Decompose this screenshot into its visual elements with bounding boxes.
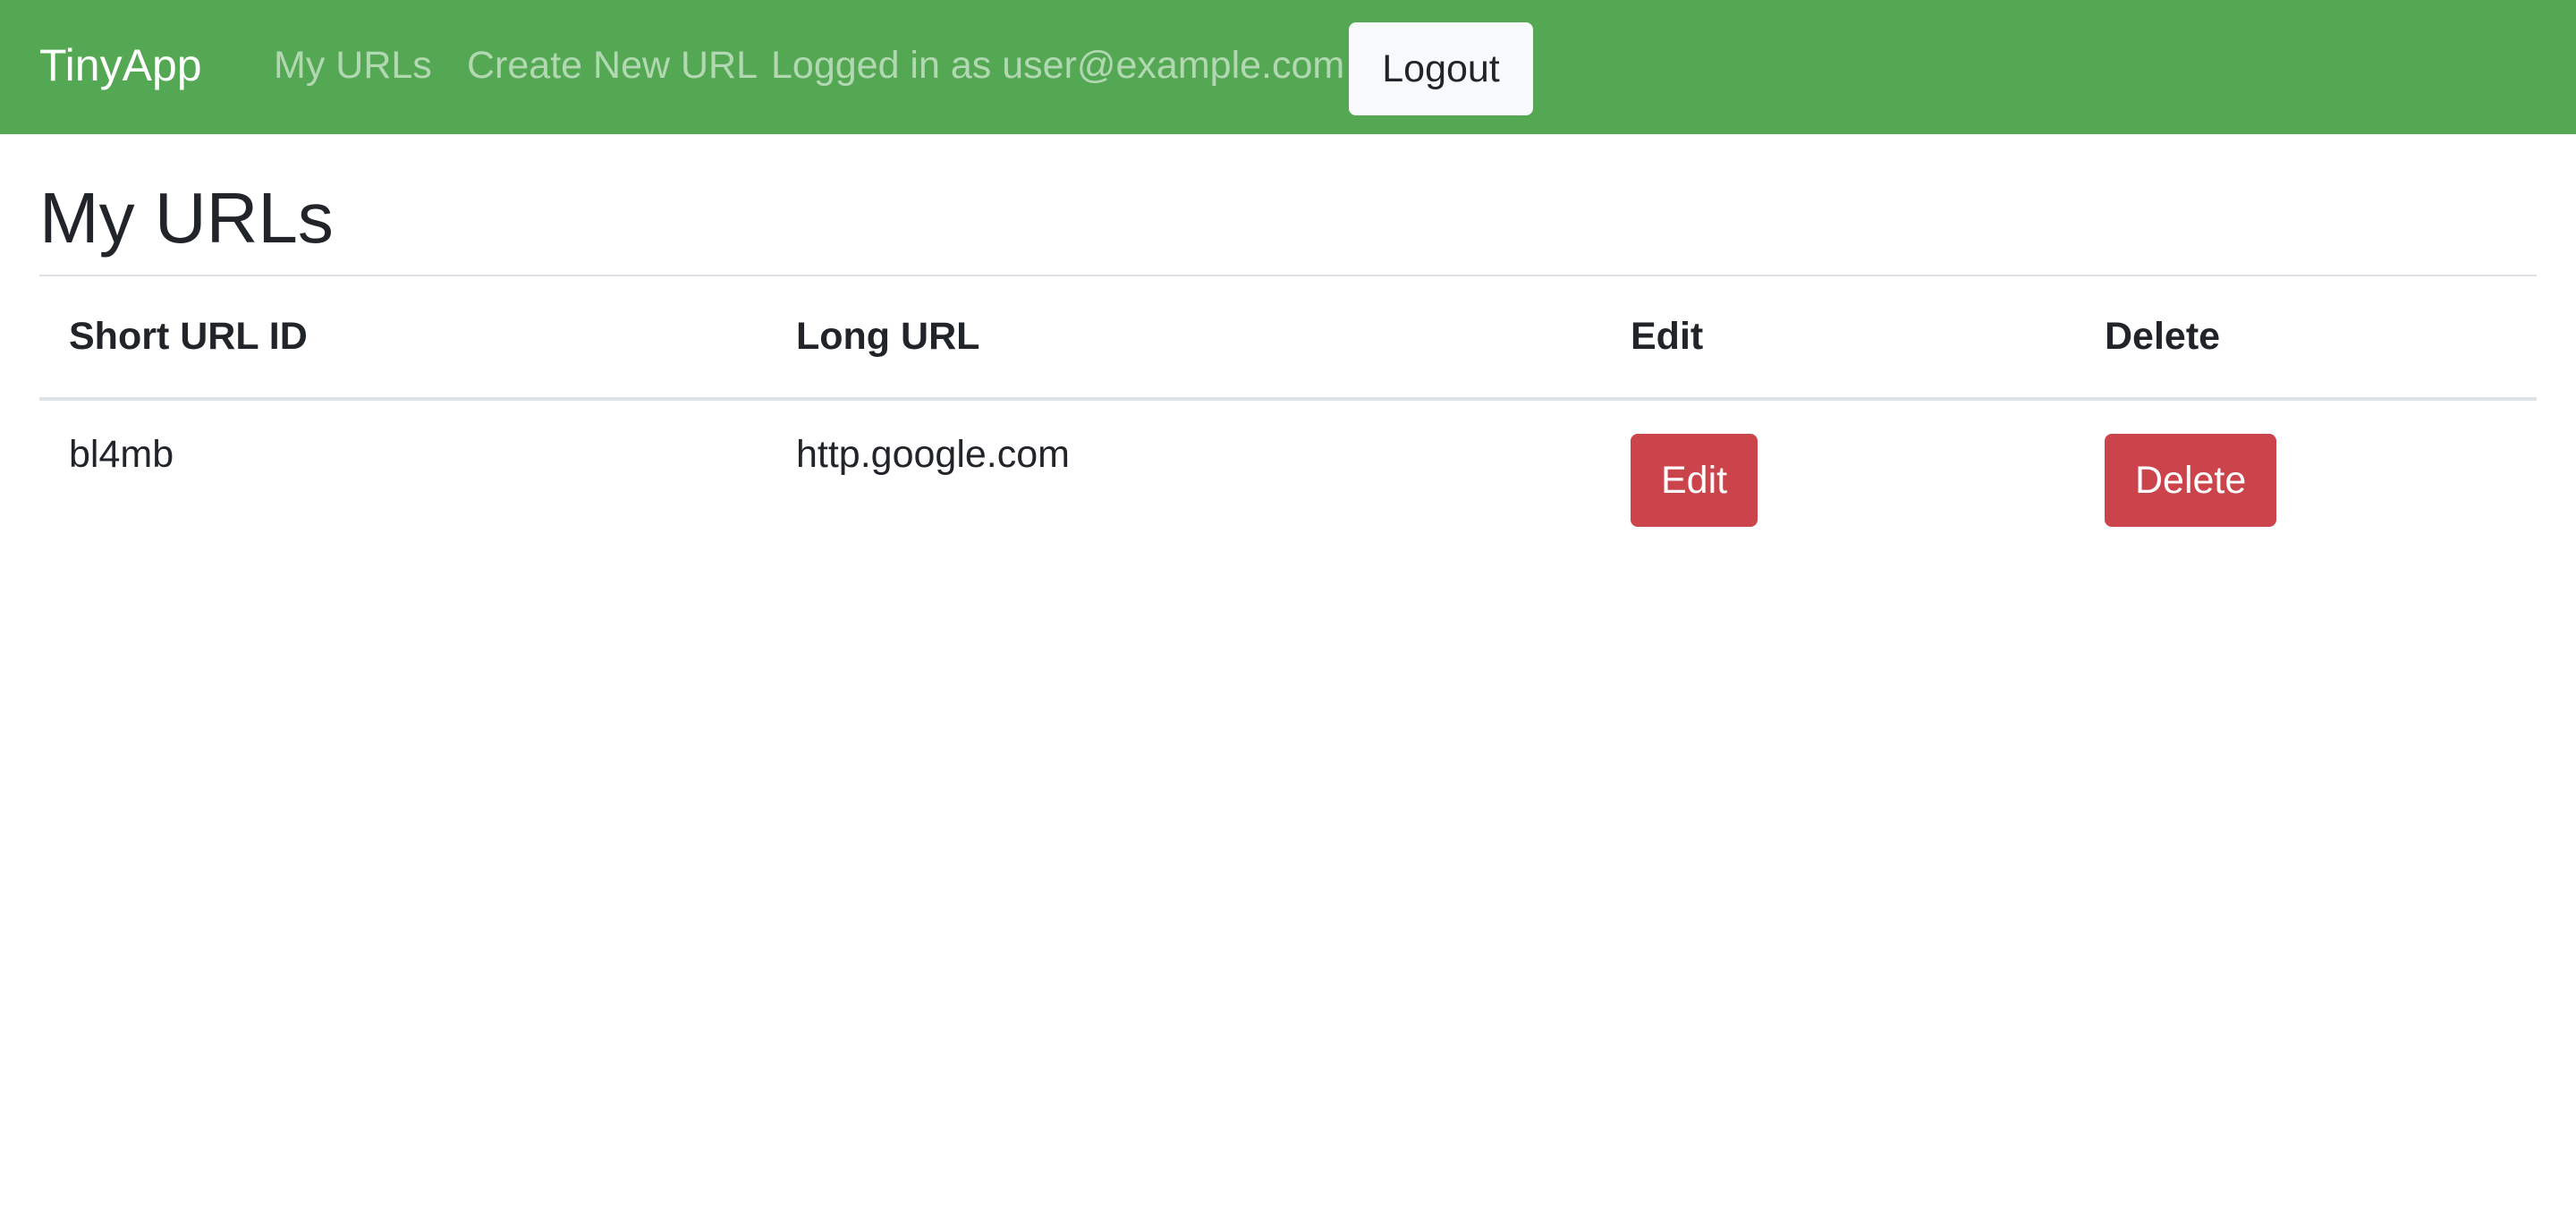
cell-long-url: http.google.com <box>796 433 1070 476</box>
nav-create-new-url-link[interactable]: Create New URL <box>467 41 758 89</box>
cell-delete: Delete <box>2075 399 2537 539</box>
brand-link[interactable]: TinyApp <box>39 38 202 93</box>
header-long-url: Long URL <box>767 275 1601 401</box>
table-body: bl4mb http.google.com Edit Delete <box>39 399 2537 539</box>
cell-edit: Edit <box>1601 399 2075 539</box>
table-header: Short URL ID Long URL Edit Delete <box>39 275 2537 401</box>
logged-in-user-text: Logged in as user@example.com <box>771 44 1345 87</box>
table-header-row: Short URL ID Long URL Edit Delete <box>39 275 2537 401</box>
header-short-url-id: Short URL ID <box>39 275 767 401</box>
navbar: TinyApp My URLs Create New URL Logged in… <box>0 0 2576 134</box>
header-edit: Edit <box>1601 275 2075 401</box>
nav-my-urls-link[interactable]: My URLs <box>274 41 432 89</box>
delete-button[interactable]: Delete <box>2105 434 2277 527</box>
urls-table: Short URL ID Long URL Edit Delete bl4mb … <box>39 275 2537 539</box>
header-delete: Delete <box>2075 275 2537 401</box>
table-row: bl4mb http.google.com Edit Delete <box>39 399 2537 539</box>
edit-button[interactable]: Edit <box>1631 434 1758 527</box>
logout-button[interactable]: Logout <box>1349 22 1533 115</box>
page-title: My URLs <box>39 178 334 258</box>
cell-short-url-id: bl4mb <box>69 433 174 476</box>
